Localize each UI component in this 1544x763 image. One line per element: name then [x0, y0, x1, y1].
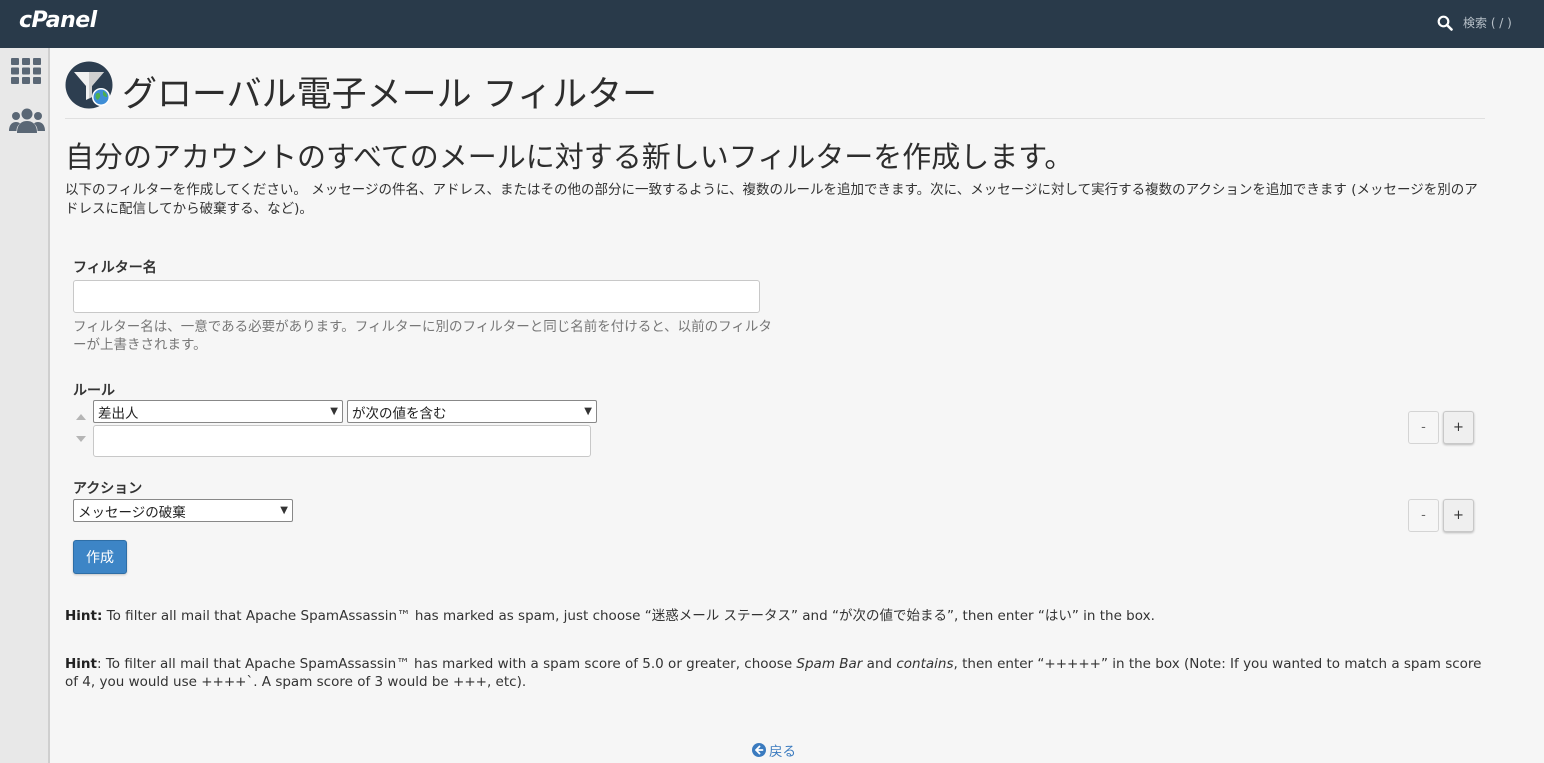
remove-rule-button[interactable]: - [1408, 411, 1439, 444]
rule-operator-value: が次の値を含む [352, 405, 447, 422]
users-icon[interactable] [9, 107, 45, 135]
hint-emphasis: contains [896, 656, 954, 672]
email-filter-icon [65, 61, 113, 109]
hint-emphasis: Spam Bar [796, 656, 863, 672]
remove-action-button[interactable]: - [1408, 499, 1439, 532]
hint-text: : To filter all mail that Apache SpamAss… [97, 656, 797, 672]
search-shortcut-label[interactable]: 検索 ( / ) [1463, 14, 1512, 31]
chevron-down-icon: ▼ [280, 505, 288, 516]
page-title: グローバル電子メール フィルター [122, 75, 658, 115]
filter-name-label: フィルター名 [73, 260, 157, 276]
chevron-down-icon: ▼ [584, 406, 592, 417]
search[interactable]: 検索 ( / ) [1437, 14, 1512, 31]
page-description: 以下のフィルターを作成してください。 メッセージの件名、アドレス、またはその他の… [65, 182, 1478, 217]
hint-text: and [862, 656, 897, 672]
back-link[interactable]: 戻る [752, 740, 796, 760]
title-divider [65, 118, 1485, 119]
rule-value-input[interactable] [93, 425, 591, 457]
hint-text: To filter all mail that Apache SpamAssas… [102, 608, 1155, 624]
move-rule-up-icon[interactable] [76, 414, 86, 420]
action-value: メッセージの破棄 [78, 504, 186, 521]
rule-field-select[interactable]: 差出人 ▼ [93, 400, 343, 423]
hint-spam-score: Hint: To filter all mail that Apache Spa… [65, 655, 1485, 691]
chevron-down-icon: ▼ [330, 406, 338, 417]
add-rule-button[interactable]: + [1443, 411, 1474, 444]
main-content: グローバル電子メール フィルター 自分のアカウントのすべてのメールに対する新しい… [50, 48, 1544, 763]
filter-name-help: フィルター名は、一意である必要があります。フィルターに別のフィルターと同じ名前を… [73, 319, 772, 353]
top-bar: cPanel 検索 ( / ) [0, 0, 1544, 48]
add-action-button[interactable]: + [1443, 499, 1474, 532]
cpanel-logo[interactable]: cPanel [19, 8, 97, 33]
back-label[interactable]: 戻る [769, 740, 796, 760]
rule-field-value: 差出人 [98, 405, 139, 422]
actions-label: アクション [73, 481, 143, 497]
move-rule-down-icon[interactable] [76, 436, 86, 442]
create-button[interactable]: 作成 [73, 540, 127, 574]
hint-label: Hint [65, 656, 97, 672]
rule-operator-select[interactable]: が次の値を含む ▼ [347, 400, 597, 423]
rules-label: ルール [73, 383, 115, 399]
apps-grid-icon[interactable] [11, 58, 41, 84]
hint-label: Hint: [65, 608, 103, 624]
hint-spam-status: Hint: To filter all mail that Apache Spa… [65, 607, 1485, 625]
sidebar [0, 48, 50, 763]
search-icon[interactable] [1437, 15, 1453, 31]
filter-name-input[interactable] [73, 280, 760, 313]
arrow-circle-left-icon[interactable] [752, 743, 766, 757]
page-subheading: 自分のアカウントのすべてのメールに対する新しいフィルターを作成します。 [65, 140, 1074, 174]
action-select[interactable]: メッセージの破棄 ▼ [73, 499, 293, 522]
